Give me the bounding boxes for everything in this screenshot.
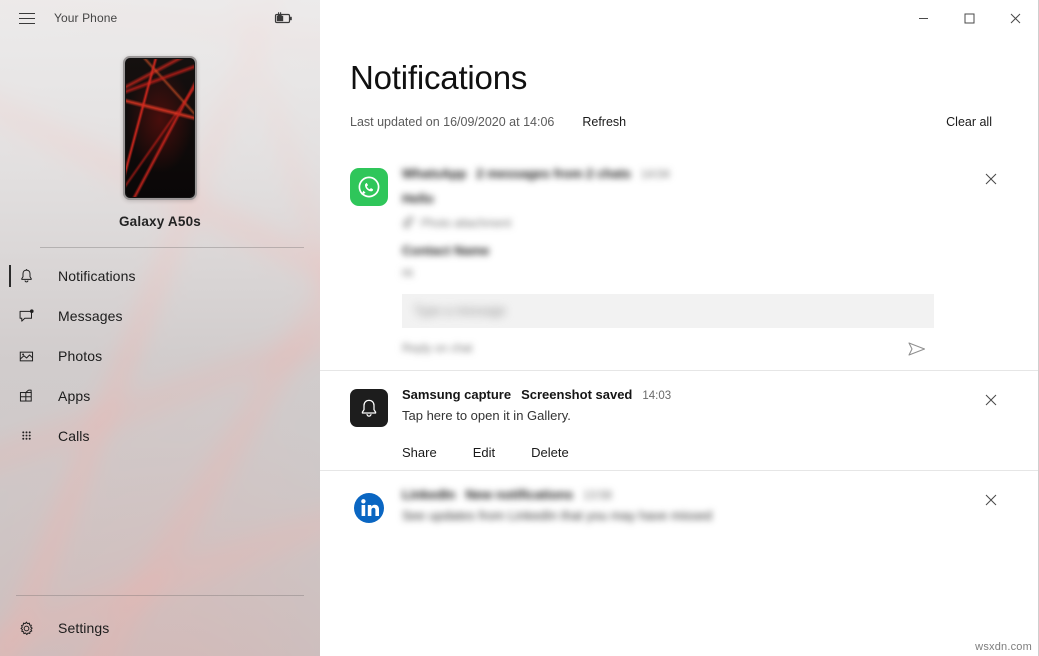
photo-icon [18,348,44,365]
refresh-button[interactable]: Refresh [582,115,626,129]
notification-time: 14:04 [640,169,670,181]
sidebar-item-label: Settings [58,620,110,636]
whatsapp-attachment-line: Photo attachment [402,215,968,233]
notification-body: LinkedIn New notifications 13:58 See upd… [402,487,1038,527]
whatsapp-reply-row: Type a message [402,294,968,328]
device-name: Galaxy A50s [118,214,201,229]
notification-body: WhatsApp 2 messages from 2 chats 14:04 H… [402,166,1038,360]
notification-icon-column [350,387,402,460]
quick-reply-hint: Reply on chat [402,343,473,355]
notification-title: New notifications [465,487,574,502]
sidebar-item-label: Notifications [58,268,136,284]
dismiss-notification-button[interactable] [980,389,1002,411]
page-header: Notifications Last updated on 16/09/2020… [320,36,1038,132]
phone-frame [123,56,197,200]
notification-header-line: Samsung capture Screenshot saved 14:03 [402,387,968,402]
watermark: wsxdn.com [975,641,1032,653]
action-delete[interactable]: Delete [531,445,569,460]
notification-body: Samsung capture Screenshot saved 14:03 T… [402,387,1038,460]
notification-item-whatsapp[interactable]: WhatsApp 2 messages from 2 chats 14:04 H… [320,150,1038,370]
sidebar-item-calls[interactable]: Calls [0,416,320,456]
whatsapp-reply-footer: Reply on chat [402,338,968,360]
sidebar-item-label: Apps [58,388,91,404]
sidebar-top-divider [40,247,304,248]
sidebar-titlebar: Your Phone [0,0,320,36]
device-preview: Galaxy A50s [0,36,320,229]
whatsapp-sender-line: Hello [402,191,434,206]
paperclip-icon [402,215,414,233]
notification-title: Screenshot saved [521,387,633,402]
notification-text: See updates from LinkedIn that you may h… [402,508,713,523]
notification-header-line: WhatsApp 2 messages from 2 chats 14:04 [402,166,968,181]
notification-time: 13:58 [583,490,612,502]
notification-icon-column [350,487,402,527]
sidebar-item-label: Messages [58,308,123,324]
action-share[interactable]: Share [402,445,437,460]
linkedin-icon [350,489,388,527]
close-button[interactable] [992,0,1038,36]
bell-icon [18,268,44,285]
battery-charging-icon [272,11,308,25]
notification-icon-column [350,166,402,360]
notification-list: WhatsApp 2 messages from 2 chats 14:04 H… [320,150,1038,656]
sidebar-item-apps[interactable]: Apps [0,376,320,416]
sidebar-item-photos[interactable]: Photos [0,336,320,376]
whatsapp-attachment-label: Photo attachment [421,218,512,230]
quick-reply-input[interactable]: Type a message [402,294,934,328]
notification-app-name: WhatsApp [402,166,467,181]
notification-time: 14:03 [642,390,672,402]
notification-text: Tap here to open it in Gallery. [402,408,571,423]
your-phone-window: Your Phone Galaxy A50s Notifications Mes… [0,0,1039,656]
sidebar: Your Phone Galaxy A50s Notifications Mes… [0,0,320,656]
notification-item-linkedin[interactable]: LinkedIn New notifications 13:58 See upd… [320,470,1038,537]
phone-wallpaper [126,59,194,197]
sidebar-item-notifications[interactable]: Notifications [0,256,320,296]
main-content: Notifications Last updated on 16/09/2020… [320,0,1038,656]
sidebar-item-label: Calls [58,428,90,444]
dismiss-notification-button[interactable] [980,489,1002,511]
clear-all-button[interactable]: Clear all [946,115,992,129]
window-titlebar [320,0,1038,36]
page-title: Notifications [350,59,528,96]
whatsapp-icon [350,168,388,206]
notification-app-name: LinkedIn [402,487,456,502]
notification-actions: Share Edit Delete [402,445,968,460]
maximize-button[interactable] [946,0,992,36]
sidebar-item-messages[interactable]: Messages [0,296,320,336]
selection-indicator [9,265,11,287]
quick-reply-placeholder: Type a message [414,304,506,318]
app-title: Your Phone [54,11,118,25]
dismiss-notification-button[interactable] [980,168,1002,190]
hamburger-menu-icon[interactable] [10,4,44,32]
notification-title: 2 messages from 2 chats [476,166,631,181]
dial-pad-icon [18,428,44,445]
sidebar-item-label: Photos [58,348,103,364]
sidebar-bottom-divider [16,595,304,596]
send-icon[interactable] [904,338,930,360]
whatsapp-preview-line: Hi [402,268,413,280]
minimize-button[interactable] [900,0,946,36]
notification-app-name: Samsung capture [402,387,512,402]
notification-header-line: LinkedIn New notifications 13:58 [402,487,968,502]
action-edit[interactable]: Edit [473,445,495,460]
notification-item-samsung-capture[interactable]: Samsung capture Screenshot saved 14:03 T… [320,370,1038,470]
page-subheader: Last updated on 16/09/2020 at 14:06 Refr… [350,112,992,132]
gear-icon [18,620,44,637]
sidebar-item-settings[interactable]: Settings [0,608,320,648]
last-updated-text: Last updated on 16/09/2020 at 14:06 [350,115,555,129]
bell-square-icon [350,389,388,427]
apps-grid-icon [18,388,44,405]
message-icon [18,308,44,325]
sidebar-nav: Notifications Messages Photos Apps Calls [0,256,320,595]
whatsapp-contact-line: Contact Name [402,243,490,258]
